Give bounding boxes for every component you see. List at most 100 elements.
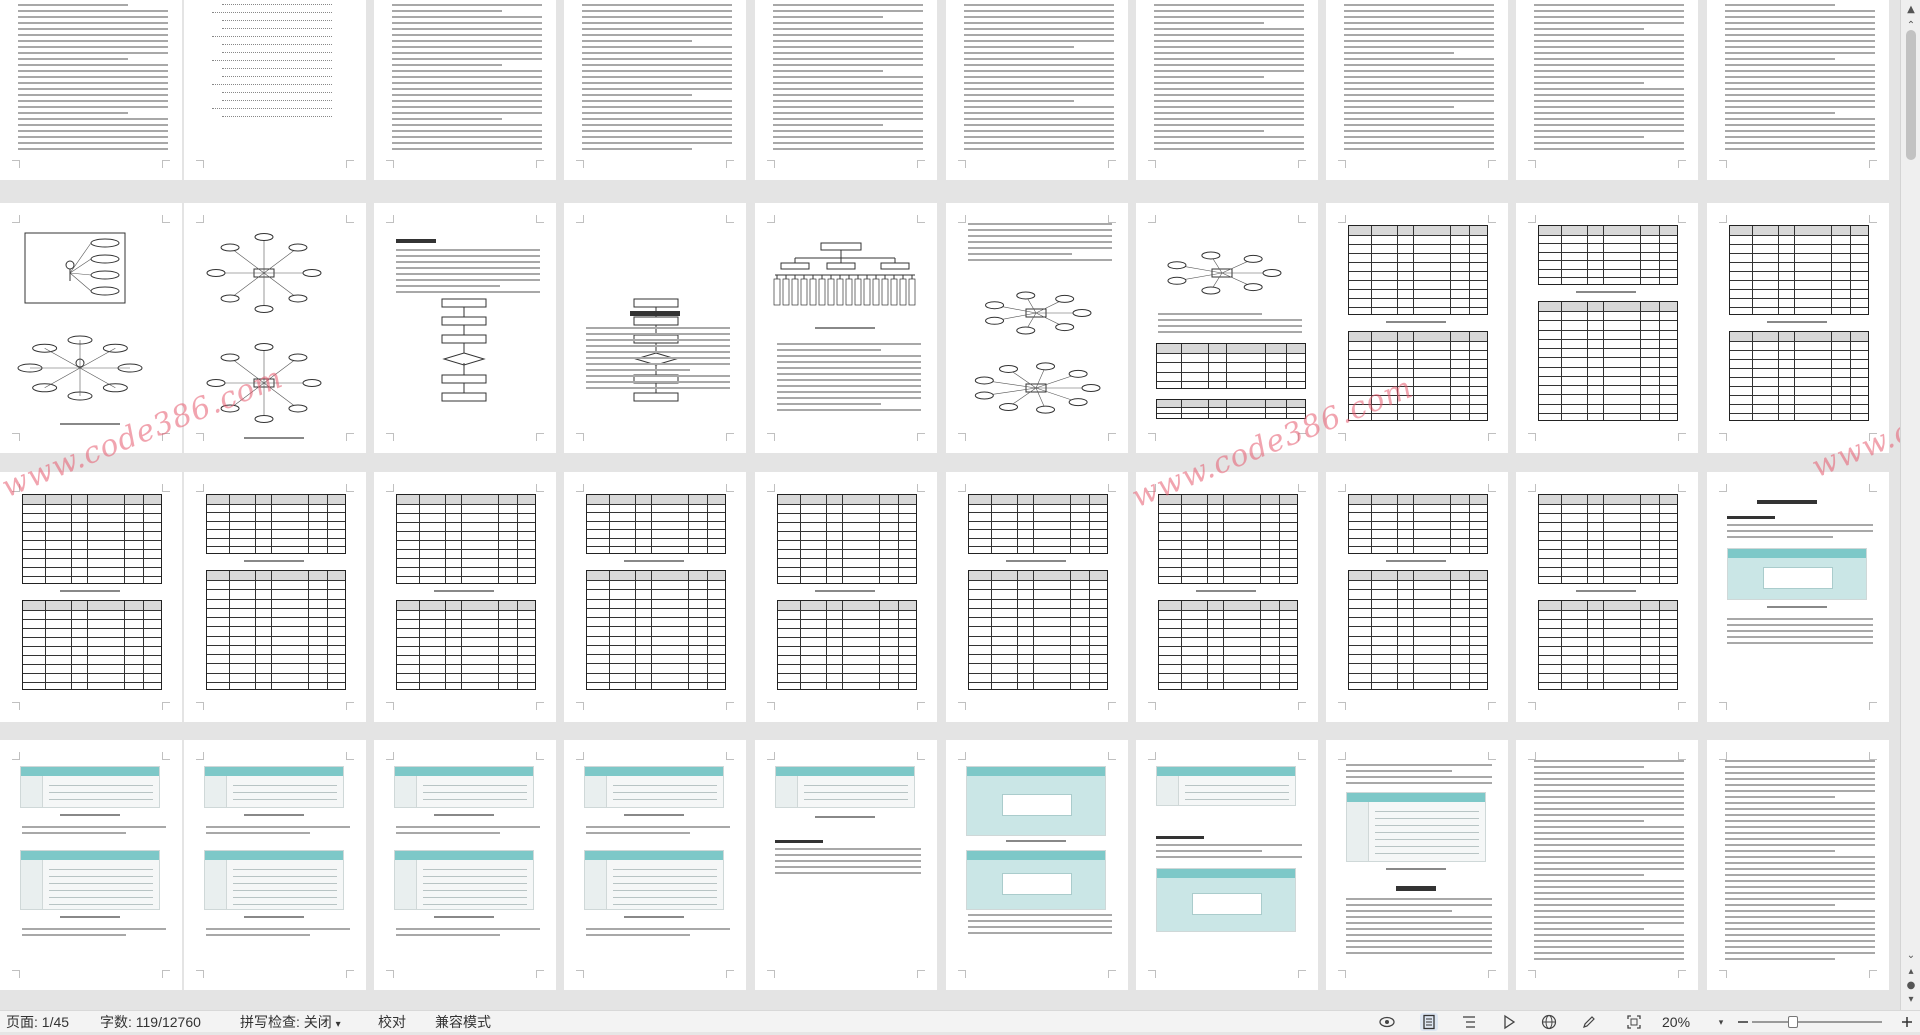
page-thumbnail-15[interactable] bbox=[755, 203, 937, 453]
figure-caption bbox=[244, 916, 304, 918]
zoom-slider-knob[interactable] bbox=[1788, 1016, 1798, 1028]
page-corner-mark bbox=[1338, 970, 1346, 978]
page-thumbnail-31[interactable] bbox=[0, 740, 182, 990]
select-browse-icon[interactable]: ● bbox=[1905, 980, 1917, 992]
page-thumbnail-26[interactable] bbox=[946, 472, 1128, 722]
table-col-line bbox=[1850, 332, 1851, 420]
page-corner-mark bbox=[1719, 484, 1727, 492]
table-row-line bbox=[1159, 531, 1297, 532]
text-line bbox=[586, 345, 730, 347]
page-thumbnail-37[interactable] bbox=[1136, 740, 1318, 990]
page-thumbnail-29[interactable] bbox=[1516, 472, 1698, 722]
page-thumbnail-8[interactable] bbox=[1326, 0, 1508, 180]
page-thumbnail-16[interactable] bbox=[946, 203, 1128, 453]
page-view-icon[interactable] bbox=[1420, 1013, 1438, 1031]
page-thumbnail-14[interactable] bbox=[564, 203, 746, 453]
screenshot-row bbox=[423, 883, 527, 884]
table-row-line bbox=[1159, 558, 1297, 559]
page-thumbnail-9[interactable] bbox=[1516, 0, 1698, 180]
page-thumbnail-10[interactable] bbox=[1707, 0, 1889, 180]
page-thumbnail-7[interactable] bbox=[1136, 0, 1318, 180]
page-thumbnail-19[interactable] bbox=[1516, 203, 1698, 453]
table-col-line bbox=[45, 495, 46, 583]
page-thumbnail-28[interactable] bbox=[1326, 472, 1508, 722]
zoom-in-icon[interactable] bbox=[1898, 1013, 1916, 1031]
eye-icon[interactable] bbox=[1378, 1013, 1396, 1031]
table-row-line bbox=[778, 646, 916, 647]
text-line bbox=[582, 16, 732, 18]
web-layout-icon[interactable] bbox=[1540, 1013, 1558, 1031]
scroll-down-page-icon[interactable]: ⌄ bbox=[1905, 950, 1917, 962]
page-thumbnail-24[interactable] bbox=[564, 472, 746, 722]
page-thumbnail-5[interactable] bbox=[755, 0, 937, 180]
zoom-out-icon[interactable] bbox=[1734, 1013, 1752, 1031]
page-corner-mark bbox=[767, 702, 775, 710]
text-line bbox=[1344, 70, 1494, 72]
page-thumbnail-25[interactable] bbox=[755, 472, 937, 722]
section-heading bbox=[775, 840, 823, 843]
table-col-line bbox=[879, 601, 880, 689]
table-row-line bbox=[1539, 540, 1677, 541]
data-table bbox=[1538, 225, 1678, 285]
page-thumbnail-30[interactable] bbox=[1707, 472, 1889, 722]
text-line bbox=[582, 148, 692, 150]
text-line bbox=[392, 142, 542, 144]
proofread-button[interactable]: 校对 bbox=[378, 1013, 406, 1031]
text-line bbox=[1534, 772, 1684, 774]
next-page-icon[interactable]: ▾ bbox=[1905, 994, 1917, 1006]
text-line bbox=[1534, 898, 1684, 900]
text-line bbox=[396, 826, 540, 828]
page-thumbnail-22[interactable] bbox=[184, 472, 366, 722]
page-thumbnail-20[interactable] bbox=[1707, 203, 1889, 453]
zoom-slider[interactable] bbox=[1752, 1016, 1882, 1028]
screenshot-row bbox=[423, 799, 527, 800]
text-line bbox=[1725, 880, 1875, 882]
page-thumbnail-13[interactable] bbox=[374, 203, 556, 453]
page-thumbnail-36[interactable] bbox=[946, 740, 1128, 990]
page-thumbnail-35[interactable] bbox=[755, 740, 937, 990]
text-line bbox=[586, 327, 730, 329]
screenshot-row bbox=[1375, 839, 1479, 840]
table-col-line bbox=[1561, 601, 1562, 689]
figure-caption bbox=[815, 327, 875, 329]
document-workspace[interactable]: www.code386.comwww.code386.comwww.code38… bbox=[0, 0, 1900, 1010]
spellcheck-toggle[interactable]: 拼写检查: 关闭 ▾ bbox=[240, 1013, 341, 1031]
page-thumbnail-1[interactable] bbox=[0, 0, 182, 180]
fit-page-icon[interactable] bbox=[1625, 1013, 1643, 1031]
page-thumbnail-21[interactable] bbox=[0, 472, 182, 722]
table-row-line bbox=[969, 654, 1107, 655]
scroll-thumb[interactable] bbox=[1906, 30, 1916, 160]
outline-icon[interactable] bbox=[1460, 1013, 1478, 1031]
word-count[interactable]: 字数: 119/12760 bbox=[100, 1013, 201, 1031]
pen-icon[interactable] bbox=[1580, 1013, 1598, 1031]
page-thumbnail-4[interactable] bbox=[564, 0, 746, 180]
table-col-line bbox=[71, 601, 72, 689]
page-thumbnail-2[interactable] bbox=[184, 0, 366, 180]
text-line bbox=[773, 106, 923, 108]
page-thumbnail-34[interactable] bbox=[564, 740, 746, 990]
text-line bbox=[1534, 142, 1684, 144]
page-thumbnail-40[interactable] bbox=[1707, 740, 1889, 990]
page-thumbnail-3[interactable] bbox=[374, 0, 556, 180]
prev-page-icon[interactable]: ▴ bbox=[1905, 966, 1917, 978]
text-line bbox=[392, 16, 542, 18]
table-row-line bbox=[1730, 341, 1868, 342]
page-indicator[interactable]: 页面: 1/45 bbox=[6, 1013, 69, 1031]
table-col-line bbox=[1413, 571, 1414, 689]
page-corner-mark bbox=[1528, 970, 1536, 978]
scroll-up-icon[interactable]: ▲ bbox=[1905, 4, 1917, 16]
page-thumbnail-23[interactable] bbox=[374, 472, 556, 722]
text-line bbox=[206, 826, 350, 828]
table-row-line bbox=[397, 549, 535, 550]
page-thumbnail-27[interactable] bbox=[1136, 472, 1318, 722]
page-thumbnail-39[interactable] bbox=[1516, 740, 1698, 990]
play-icon[interactable] bbox=[1500, 1013, 1518, 1031]
page-thumbnail-32[interactable] bbox=[184, 740, 366, 990]
page-thumbnail-6[interactable] bbox=[946, 0, 1128, 180]
page-thumbnail-38[interactable] bbox=[1326, 740, 1508, 990]
zoom-level[interactable]: 20% bbox=[1662, 1013, 1690, 1031]
vertical-scrollbar[interactable]: ▲ ⌃ ⌄ ▴ ● ▾ bbox=[1900, 0, 1920, 1010]
page-thumbnail-33[interactable] bbox=[374, 740, 556, 990]
table-col-line bbox=[45, 601, 46, 689]
zoom-dropdown-icon[interactable]: ▾ bbox=[1712, 1013, 1730, 1031]
